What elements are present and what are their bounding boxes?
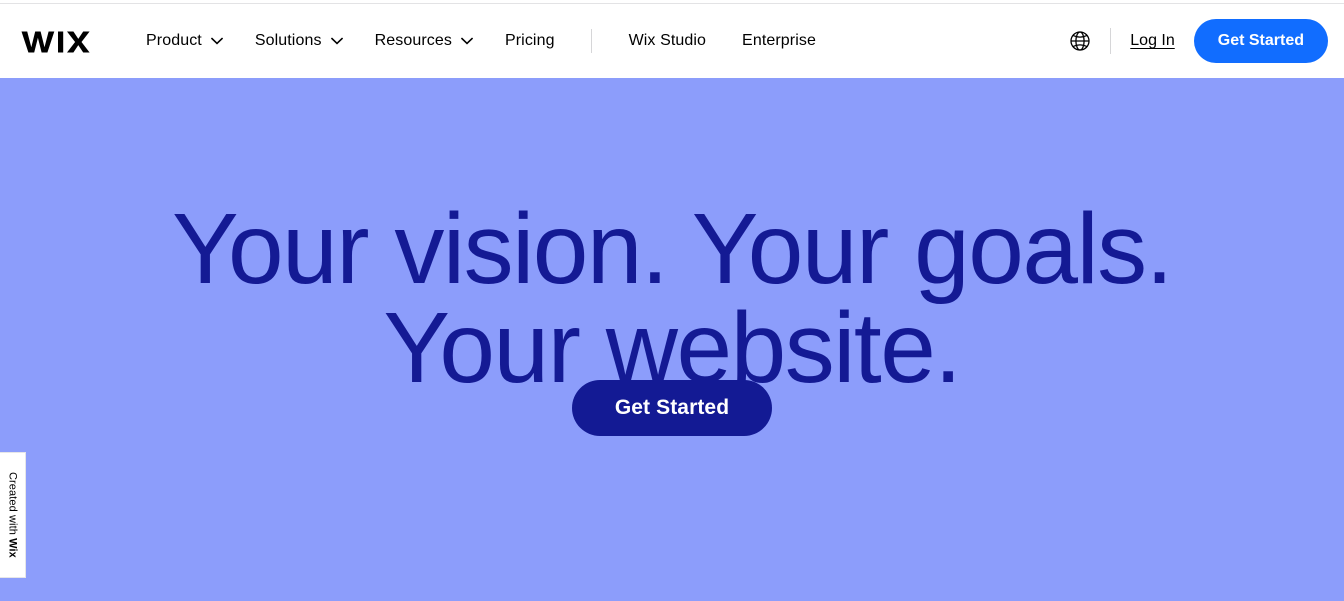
- created-with-wix-badge[interactable]: Created with Wix: [0, 452, 26, 578]
- nav-item-label: Product: [146, 32, 202, 49]
- hero-get-started-button[interactable]: Get Started: [571, 380, 773, 436]
- nav-item-product[interactable]: Product: [146, 25, 223, 57]
- globe-icon[interactable]: [1068, 29, 1092, 53]
- nav-item-label: Solutions: [254, 32, 322, 49]
- nav-item-label: Enterprise: [742, 32, 816, 49]
- hero-headline: Your vision. Your goals. Your website.: [172, 193, 1173, 404]
- badge-prefix: Created with: [6, 472, 19, 539]
- wix-logo[interactable]: [20, 26, 94, 58]
- created-with-wix-badge-label: Created with Wix: [7, 472, 19, 558]
- page-root: Product Solutions Resources Pricing Wix …: [0, 0, 1344, 601]
- header-actions: Log In Get Started: [1068, 4, 1328, 78]
- hero-section: Your vision. Your goals. Your website. G…: [0, 78, 1344, 601]
- get-started-nav-button[interactable]: Get Started: [1193, 19, 1328, 63]
- nav-item-enterprise[interactable]: Enterprise: [742, 25, 816, 57]
- nav-item-pricing[interactable]: Pricing: [505, 25, 555, 57]
- hero-cta-container: Get Started: [0, 380, 1344, 436]
- header-actions-divider: [1110, 28, 1112, 54]
- log-in-link[interactable]: Log In: [1130, 31, 1174, 51]
- nav-item-label: Pricing: [504, 32, 555, 49]
- nav-item-wix-studio[interactable]: Wix Studio: [629, 25, 706, 57]
- nav-item-solutions[interactable]: Solutions: [255, 25, 343, 57]
- nav-item-label: Resources: [374, 32, 452, 49]
- badge-brand: Wix: [6, 538, 19, 558]
- chevron-down-icon: [210, 35, 223, 47]
- wix-wordmark-icon: [21, 31, 90, 53]
- nav-item-resources[interactable]: Resources: [375, 25, 473, 57]
- site-header: Product Solutions Resources Pricing Wix …: [0, 4, 1344, 78]
- chevron-down-icon: [460, 35, 473, 47]
- chevron-down-icon: [330, 35, 343, 47]
- primary-navigation: Product Solutions Resources Pricing Wix …: [146, 4, 852, 78]
- nav-group-divider: [590, 29, 592, 53]
- nav-item-label: Wix Studio: [628, 32, 707, 49]
